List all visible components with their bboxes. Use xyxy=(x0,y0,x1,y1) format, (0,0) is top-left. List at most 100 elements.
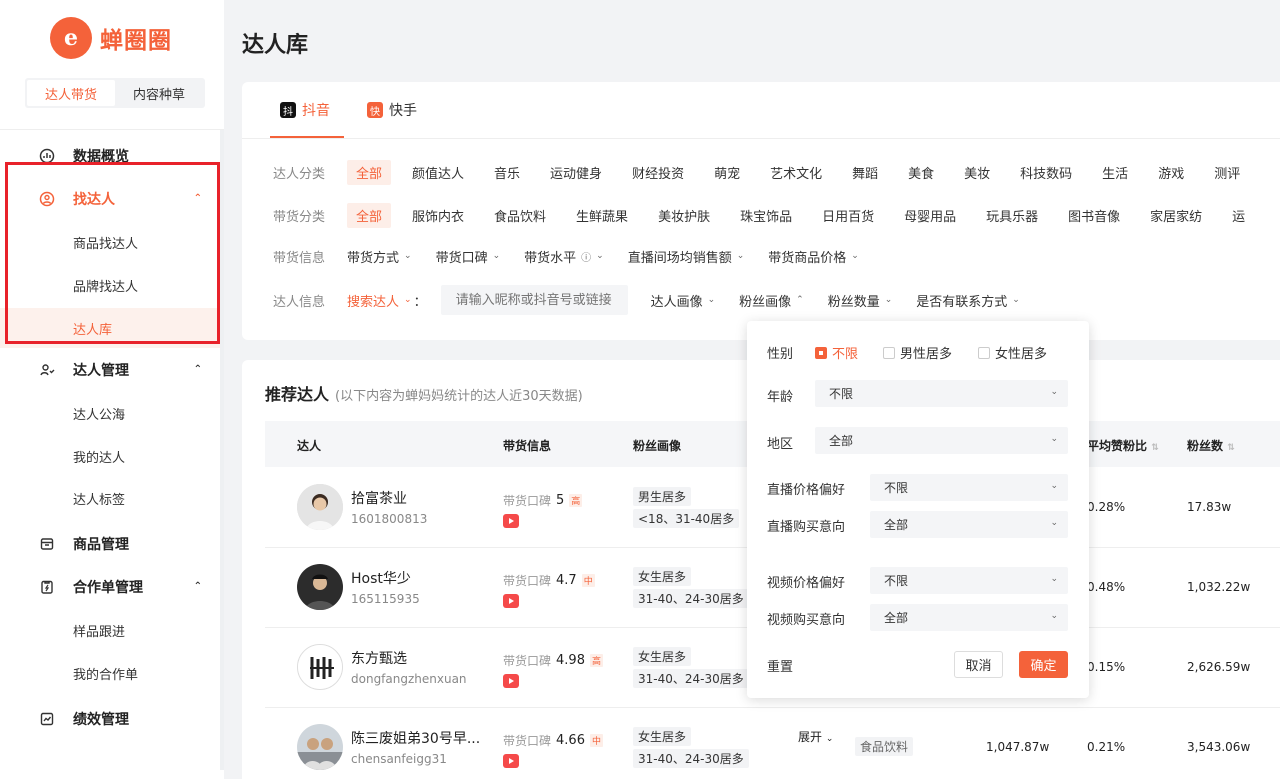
dropdown-goods-price[interactable]: 带货商品价格 ⌄ xyxy=(768,247,859,266)
nav-find-by-product[interactable]: 商品找达人 xyxy=(0,222,224,262)
chip-goods[interactable]: 全部 xyxy=(347,202,392,228)
chip-category[interactable]: 运动健身 xyxy=(541,160,611,185)
sort-icon: ⇅ xyxy=(1151,443,1159,453)
avg-like-ratio: 0.48% xyxy=(1087,580,1126,594)
chip-category[interactable]: 萌宠 xyxy=(705,160,749,185)
reputation: 带货口碑 4.66 中 xyxy=(503,732,603,749)
chip-goods[interactable]: 生鲜蔬果 xyxy=(567,203,637,228)
avatar[interactable] xyxy=(297,644,343,690)
chip-category[interactable]: 生活 xyxy=(1093,160,1137,185)
col-fans[interactable]: 粉丝数 ⇅ xyxy=(1187,437,1235,454)
dropdown-kol-portrait[interactable]: 达人画像 ⌄ xyxy=(651,291,716,310)
chip-goods[interactable]: 美妆护肤 xyxy=(649,203,719,228)
chevron-down-icon: ⌄ xyxy=(1050,518,1058,528)
expand-toggle[interactable]: 展开 ⌄ xyxy=(798,728,833,745)
kol-id: chensanfeigg31 xyxy=(351,752,447,766)
chip-category[interactable]: 颜值达人 xyxy=(403,160,473,185)
col-avg-like-ratio[interactable]: 平均赞粉比 ⇅ xyxy=(1087,437,1159,454)
nav-kol-tags[interactable]: 达人标签 xyxy=(0,478,224,518)
tab-kuaishou[interactable]: 快 快手 xyxy=(367,82,417,138)
live-price-select[interactable]: 不限 ⌄ xyxy=(870,474,1068,501)
nav-kol-library[interactable]: 达人库 xyxy=(0,308,224,348)
avatar[interactable] xyxy=(297,564,343,610)
chip-goods[interactable]: 家居家纺 xyxy=(1141,203,1211,228)
trend-chart-icon xyxy=(38,710,56,728)
live-icon xyxy=(503,674,519,688)
nav-performance-label: 绩效管理 xyxy=(73,712,129,728)
chip-goods[interactable]: 服饰内衣 xyxy=(403,203,473,228)
mode-tab-content[interactable]: 内容种草 xyxy=(115,80,203,106)
chip-goods[interactable]: 食品饮料 xyxy=(485,203,555,228)
region-select[interactable]: 全部 ⌄ xyxy=(815,427,1068,454)
reputation-label: 带货口碑 xyxy=(503,654,552,668)
chip-goods[interactable]: 珠宝饰品 xyxy=(731,203,801,228)
search-input[interactable] xyxy=(440,285,628,315)
nav-kol-pool[interactable]: 达人公海 xyxy=(0,393,224,433)
fans-gender-tag: 女生居多 xyxy=(633,567,692,586)
sidebar-scrollbar[interactable] xyxy=(220,130,224,770)
kol-id: dongfangzhenxuan xyxy=(351,672,467,686)
expand-label: 展开 xyxy=(798,730,823,744)
nav-sample-follow[interactable]: 样品跟进 xyxy=(0,610,224,650)
avatar[interactable] xyxy=(297,724,343,770)
search-kol-selector[interactable]: 搜索达人 ⌄ xyxy=(347,291,412,310)
chip-category[interactable]: 全部 xyxy=(347,159,392,185)
confirm-button[interactable]: 确定 xyxy=(1019,651,1068,678)
gender-option-any[interactable]: 不限 xyxy=(815,343,858,362)
age-select[interactable]: 不限 ⌄ xyxy=(815,380,1068,407)
kol-name[interactable]: Host华少 xyxy=(351,568,411,588)
dropdown-fans-count[interactable]: 粉丝数量 ⌄ xyxy=(828,291,893,310)
reset-button[interactable]: 重置 xyxy=(767,656,793,675)
nav-find-by-brand[interactable]: 品牌找达人 xyxy=(0,265,224,305)
cancel-button[interactable]: 取消 xyxy=(954,651,1003,678)
nav-my-kol[interactable]: 我的达人 xyxy=(0,436,224,476)
chip-category[interactable]: 艺术文化 xyxy=(761,160,831,185)
nav-order-manage[interactable]: 合作单管理 ⌃ xyxy=(0,567,224,607)
chip-goods[interactable]: 玩具乐器 xyxy=(977,203,1047,228)
chip-goods[interactable]: 运 xyxy=(1223,203,1254,228)
chip-category[interactable]: 财经投资 xyxy=(623,160,693,185)
fans-gender-tag: 女生居多 xyxy=(633,727,692,746)
recommend-subtitle: (以下内容为蝉妈妈统计的达人近30天数据) xyxy=(335,389,583,404)
kol-name[interactable]: 拾富茶业 xyxy=(351,488,407,508)
dropdown-has-contact[interactable]: 是否有联系方式 ⌄ xyxy=(916,291,1020,310)
chip-category[interactable]: 舞蹈 xyxy=(843,160,887,185)
chip-goods[interactable]: 母婴用品 xyxy=(895,203,965,228)
dropdown-reputation[interactable]: 带货口碑 ⌄ xyxy=(436,247,501,266)
nav-product-manage[interactable]: 商品管理 xyxy=(0,524,224,564)
live-intent-select[interactable]: 全部 ⌄ xyxy=(870,511,1068,538)
kol-name[interactable]: 陈三废姐弟30号早... xyxy=(351,728,480,748)
chip-category[interactable]: 科技数码 xyxy=(1011,160,1081,185)
tab-douyin[interactable]: 抖 抖音 xyxy=(270,82,344,138)
reputation-label: 带货口碑 xyxy=(503,494,552,508)
avatar[interactable] xyxy=(297,484,343,530)
video-intent-select[interactable]: 全部 ⌄ xyxy=(870,604,1068,631)
chip-goods[interactable]: 日用百货 xyxy=(813,203,883,228)
help-icon[interactable]: ⓘ xyxy=(581,249,591,264)
nav-my-orders[interactable]: 我的合作单 xyxy=(0,653,224,693)
table-row[interactable]: 陈三废姐弟30号早... chensanfeigg31 带货口碑 4.66 中 女生… xyxy=(265,708,1280,779)
gender-option-female[interactable]: 女性居多 xyxy=(978,343,1047,362)
chip-category[interactable]: 音乐 xyxy=(485,160,529,185)
dropdown-fans-portrait[interactable]: 粉丝画像 ⌃ xyxy=(739,291,804,310)
chip-category[interactable]: 美食 xyxy=(899,160,943,185)
dropdown-live-avg-sales[interactable]: 直播间场均销售额 ⌄ xyxy=(628,247,745,266)
nav-performance[interactable]: 绩效管理 xyxy=(0,699,224,739)
dropdown-sales-level[interactable]: 带货水平 ⓘ ⌄ xyxy=(524,247,604,266)
mode-tab-sales[interactable]: 达人带货 xyxy=(27,80,115,106)
filter-panel: 抖 抖音 快 快手 达人分类 全部 颜值达人 音乐 运动健身 财经投资 萌宠 艺… xyxy=(242,82,1280,340)
video-price-select[interactable]: 不限 ⌄ xyxy=(870,567,1068,594)
gender-option-male[interactable]: 男性居多 xyxy=(883,343,952,362)
chip-category[interactable]: 游戏 xyxy=(1149,160,1193,185)
nav-find-kol[interactable]: 找达人 ⌃ xyxy=(0,179,224,219)
nav-kol-manage[interactable]: 达人管理 ⌃ xyxy=(0,350,224,390)
region-label: 地区 xyxy=(767,437,794,452)
dropdown-sales-method[interactable]: 带货方式 ⌄ xyxy=(347,247,412,266)
brand-logo[interactable]: e 蝉圈圈 xyxy=(50,17,172,59)
chip-goods[interactable]: 图书音像 xyxy=(1059,203,1129,228)
chip-category[interactable]: 美妆 xyxy=(955,160,999,185)
chevron-down-icon: ⌄ xyxy=(1050,434,1058,444)
nav-overview[interactable]: 数据概览 xyxy=(0,136,224,176)
kol-name[interactable]: 东方甄选 xyxy=(351,648,407,668)
chip-category[interactable]: 测评 xyxy=(1205,160,1249,185)
